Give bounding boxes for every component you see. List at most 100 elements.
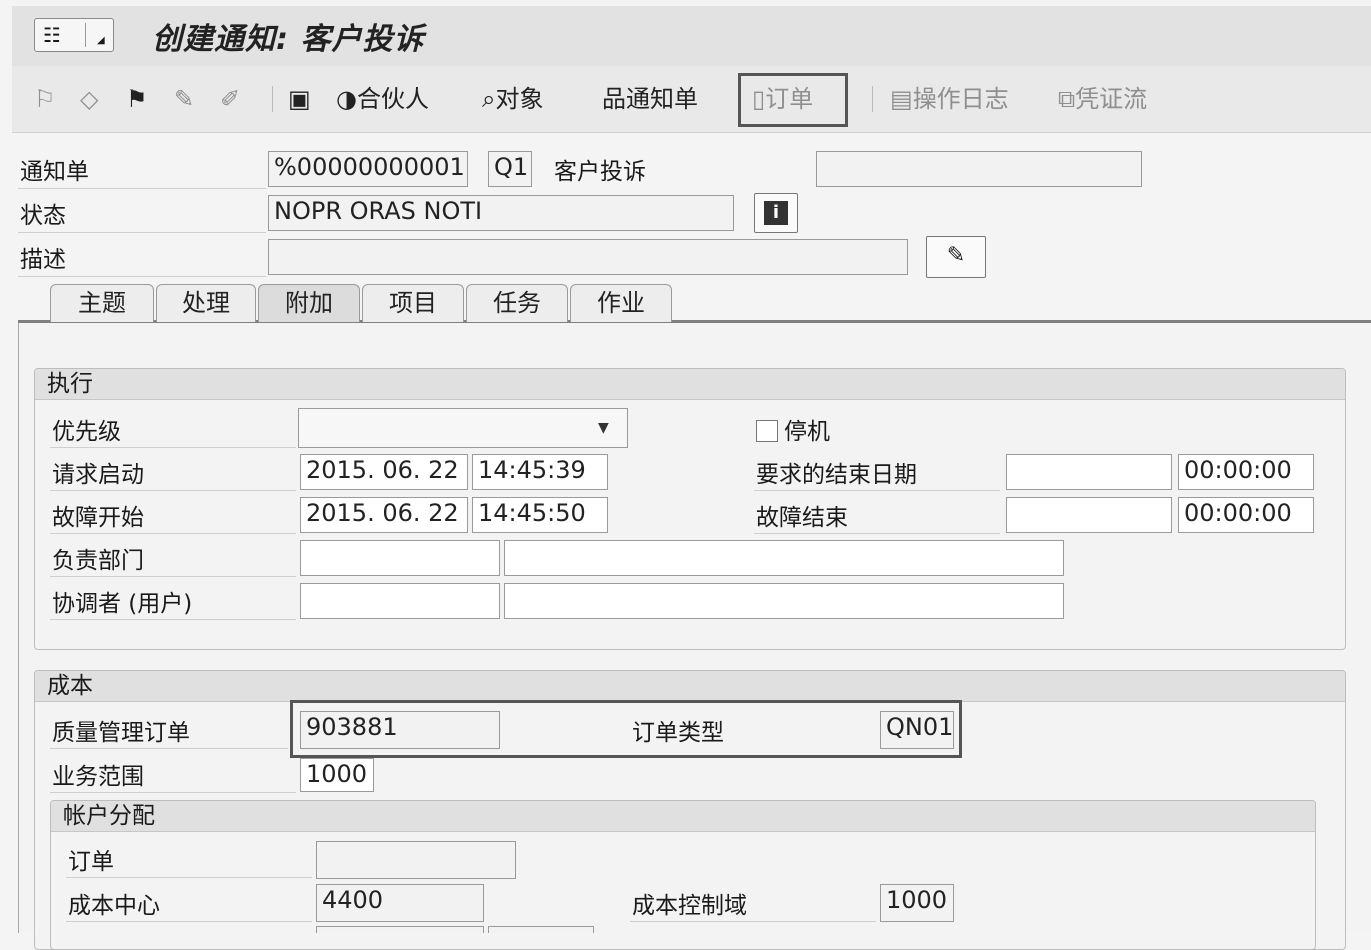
order-type-label: 订单类型 (632, 720, 724, 746)
priority-dropdown[interactable] (298, 408, 628, 448)
menu-separator (85, 23, 86, 47)
required-start-label: 请求启动 (52, 462, 144, 488)
tab-processing[interactable]: 处理 (156, 284, 256, 322)
status-info-button[interactable]: i (754, 193, 798, 233)
row-underline (18, 276, 266, 277)
malfunction-start-time-field[interactable]: 14:45:50 (472, 497, 608, 533)
screen-icon[interactable]: ▣ (288, 84, 311, 114)
next-row-field[interactable] (316, 926, 484, 933)
tab-items[interactable]: 项目 (362, 284, 464, 322)
partner-button[interactable]: ◑合伙人 (336, 84, 429, 114)
object-button[interactable]: ⌕对象 (482, 84, 543, 114)
eraser-icon[interactable]: ◇ (80, 84, 98, 114)
dropdown-caret-icon[interactable]: ▼ (598, 420, 609, 436)
notification-type-text: 客户投诉 (554, 159, 646, 185)
toolbar-separator (872, 86, 873, 112)
action-log-label: 操作日志 (912, 85, 1009, 113)
controlling-area-field[interactable]: 1000 (880, 884, 954, 922)
object-icon: ⌕ (482, 85, 496, 113)
breakdown-checkbox[interactable] (756, 420, 778, 442)
document-icon: ▯ (752, 85, 766, 113)
notification-type-field[interactable]: Q1 (488, 151, 532, 187)
order-type-field[interactable]: QN01 (880, 711, 954, 749)
cost-center-field[interactable]: 4400 (316, 884, 484, 922)
required-end-date-field[interactable] (1006, 454, 1172, 490)
row-underline (18, 232, 266, 233)
qm-order-label: 质量管理订单 (52, 720, 190, 746)
business-area-label: 业务范围 (52, 764, 144, 790)
qm-order-field[interactable]: 903881 (300, 711, 500, 749)
breakdown-label: 停机 (784, 419, 830, 445)
required-start-time-field[interactable]: 14:45:39 (472, 454, 608, 490)
malfunction-end-date-field[interactable] (1006, 497, 1172, 533)
checkered-flag-icon[interactable]: ⚑ (126, 84, 148, 114)
responsible-dept-field[interactable] (300, 540, 500, 576)
costs-group-title: 成本 (47, 673, 93, 699)
row-underline (50, 792, 296, 793)
tab-activities[interactable]: 作业 (570, 284, 672, 322)
malfunction-end-time-field[interactable]: 00:00:00 (1178, 497, 1314, 533)
row-underline (66, 877, 312, 878)
costs-group-header: 成本 (35, 671, 1345, 702)
description-field[interactable] (268, 239, 908, 275)
long-text-edit-icon: ✎ (946, 243, 966, 268)
execution-group-title: 执行 (47, 371, 93, 397)
business-area-field[interactable]: 1000 (300, 758, 374, 792)
order-label: 订单 (765, 85, 814, 113)
description-label: 描述 (20, 247, 66, 273)
notification-number-field[interactable]: %00000000001 (268, 151, 468, 187)
edit-icon[interactable]: ✐ (220, 84, 240, 114)
action-log-icon: ▤ (890, 85, 913, 113)
partner-icon: ◑ (336, 85, 357, 113)
window-title: 创建通知: 客户投诉 (152, 22, 425, 57)
tab-additional[interactable]: 附加 (258, 284, 360, 322)
hierarchy-icon: 品 (602, 85, 626, 113)
chevron-down-icon: ◢ (97, 35, 105, 46)
responsible-dept-text-field[interactable] (504, 540, 1064, 576)
responsible-dept-label: 负责部门 (52, 548, 144, 574)
coordinator-field[interactable] (300, 583, 500, 619)
flag-icon[interactable]: ⚐ (34, 84, 56, 114)
long-text-button[interactable]: ✎ (926, 236, 986, 278)
notification-label: 通知单 (626, 85, 698, 113)
row-underline (50, 748, 288, 749)
row-underline (754, 490, 1000, 491)
extra-header-field[interactable] (816, 151, 1142, 187)
menu-icon: ☷ (43, 23, 61, 47)
pencil-icon[interactable]: ✎ (174, 84, 194, 114)
next-row-field-2[interactable] (488, 926, 594, 933)
account-assignment-title: 帐户分配 (63, 803, 155, 829)
required-start-date-field[interactable]: 2015. 06. 22 (300, 454, 468, 490)
account-assignment-header: 帐户分配 (51, 801, 1315, 832)
controlling-area-label: 成本控制域 (632, 893, 747, 919)
required-end-label: 要求的结束日期 (756, 462, 917, 488)
system-menu-button[interactable]: ☷ ◢ (34, 18, 114, 52)
account-order-field[interactable] (316, 841, 516, 879)
required-end-time-field[interactable]: 00:00:00 (1178, 454, 1314, 490)
notification-label: 通知单 (20, 159, 89, 185)
row-underline (630, 921, 876, 922)
malfunction-end-label: 故障结束 (756, 505, 848, 531)
status-field[interactable]: NOPR ORAS NOTI (268, 195, 734, 231)
tab-tasks[interactable]: 任务 (466, 284, 568, 322)
partner-label: 合伙人 (356, 85, 429, 113)
document-flow-label: 凭证流 (1075, 85, 1148, 113)
account-order-label: 订单 (68, 849, 114, 875)
object-label: 对象 (495, 85, 544, 113)
action-log-button[interactable]: ▤操作日志 (890, 84, 1009, 114)
priority-label: 优先级 (52, 419, 121, 445)
malfunction-start-label: 故障开始 (52, 505, 144, 531)
row-underline (754, 533, 1000, 534)
row-underline (66, 921, 312, 922)
row-underline (18, 188, 266, 189)
account-assignment-group: 帐户分配 (50, 800, 1316, 950)
row-underline (50, 490, 296, 491)
cost-center-label: 成本中心 (68, 893, 160, 919)
document-flow-button[interactable]: ⧉凭证流 (1058, 84, 1147, 114)
malfunction-start-date-field[interactable]: 2015. 06. 22 (300, 497, 468, 533)
order-button[interactable]: ▯订单 (752, 84, 813, 114)
row-underline (50, 533, 296, 534)
coordinator-text-field[interactable] (504, 583, 1064, 619)
notification-button[interactable]: 品通知单 (602, 84, 698, 114)
tab-subject[interactable]: 主题 (50, 284, 154, 322)
